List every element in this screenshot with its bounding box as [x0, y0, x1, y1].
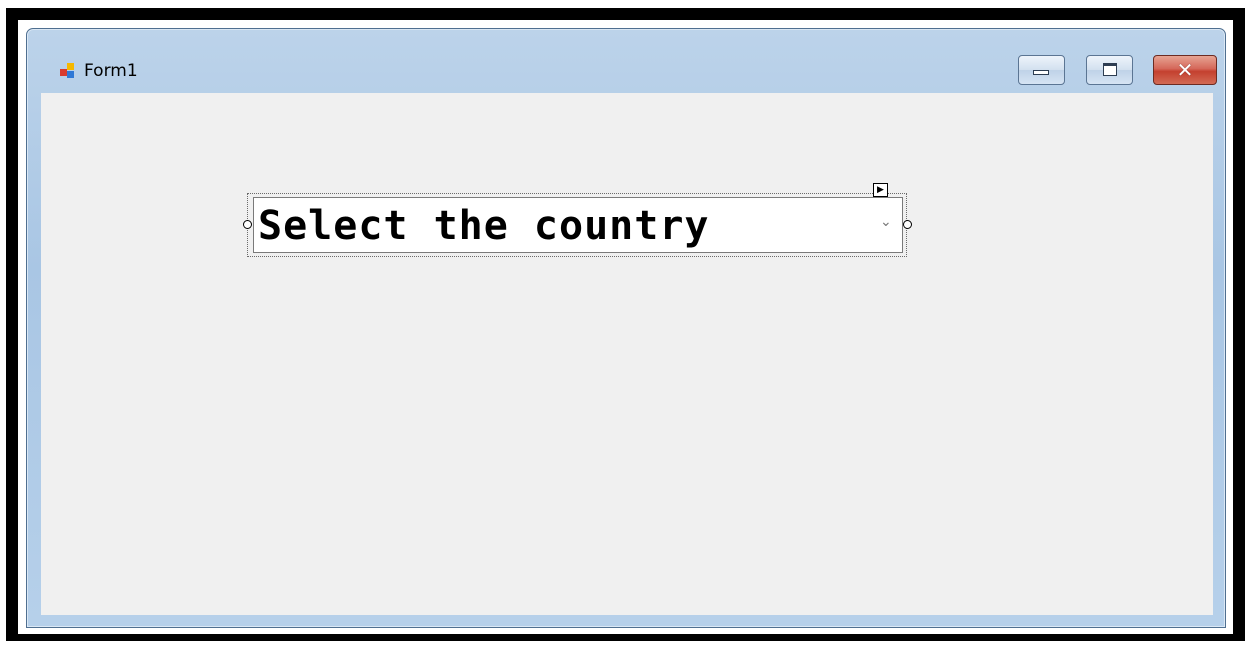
maximize-icon [1103, 63, 1117, 76]
smart-tag-icon[interactable]: ▶ [873, 183, 888, 197]
chevron-down-icon[interactable]: ⌄ [880, 214, 894, 236]
form-window: Form1 ✕ Select the country ⌄ ▶ [26, 28, 1226, 628]
minimize-button[interactable] [1018, 55, 1065, 85]
form-icon[interactable] [60, 63, 77, 79]
minimize-icon [1033, 70, 1049, 75]
close-icon: ✕ [1176, 58, 1194, 82]
country-combobox[interactable]: Select the country ⌄ [253, 197, 903, 253]
title-bar[interactable]: Form1 ✕ [27, 29, 1225, 93]
form-client-area: Select the country ⌄ ▶ [41, 93, 1213, 615]
resize-handle-right[interactable] [903, 220, 912, 229]
close-button[interactable]: ✕ [1153, 55, 1217, 85]
window-title: Form1 [84, 61, 138, 81]
resize-handle-left[interactable] [243, 220, 252, 229]
maximize-button[interactable] [1086, 55, 1133, 85]
combobox-text: Select the country [258, 203, 710, 249]
